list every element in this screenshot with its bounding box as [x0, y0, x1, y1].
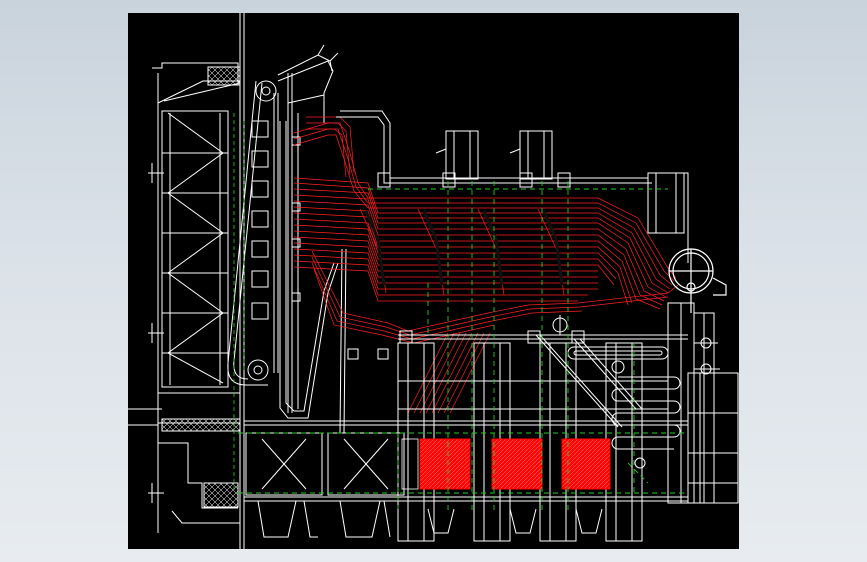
cad-viewer: [0, 0, 867, 562]
front-wall: [148, 13, 245, 549]
tube-bank-shadows: [364, 210, 564, 286]
boiler-section-drawing: [128, 13, 739, 549]
hatched-air-chambers: [401, 438, 611, 490]
centerlines-left: [233, 113, 245, 493]
rear-water-wall: [279, 113, 347, 434]
drawing-canvas[interactable]: [128, 13, 739, 549]
lower-steel-grid: [244, 342, 739, 542]
convection-tube-bank: [293, 116, 679, 414]
upper-housing: [277, 44, 689, 263]
